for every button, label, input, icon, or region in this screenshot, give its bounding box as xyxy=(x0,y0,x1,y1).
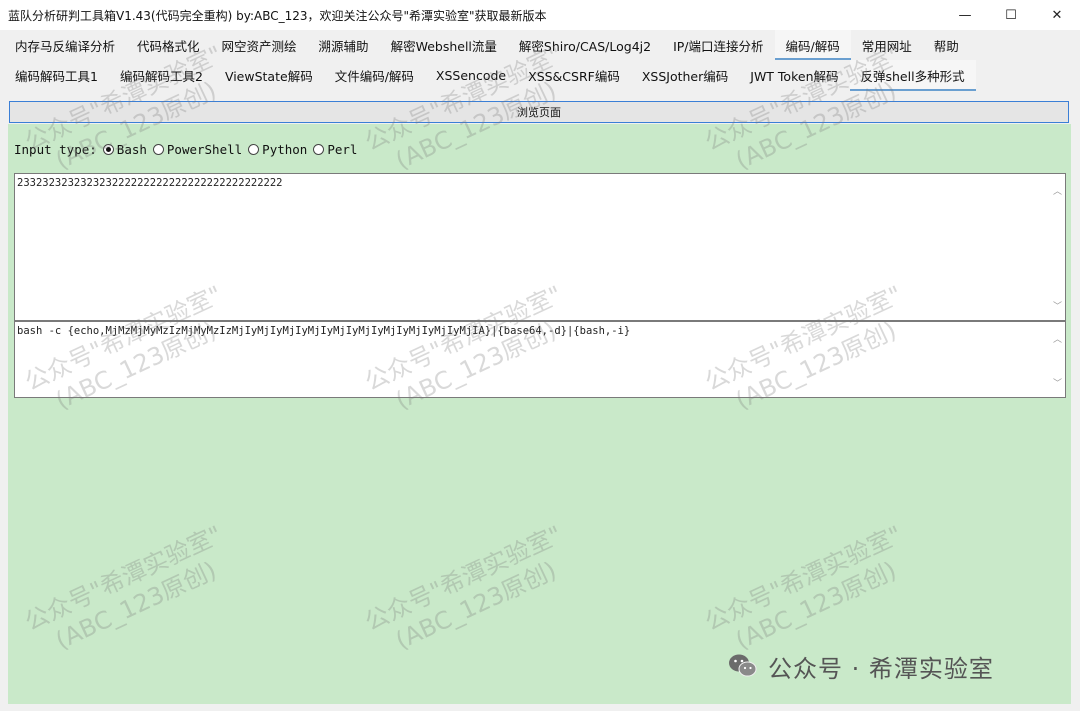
subtab-file-codec[interactable]: 文件编码/解码 xyxy=(324,60,425,91)
minimize-button[interactable]: — xyxy=(942,0,988,30)
tab-help[interactable]: 帮助 xyxy=(923,30,970,60)
tab-asset-mapping[interactable]: 网空资产测绘 xyxy=(211,30,308,60)
output-text: bash -c {echo,MjMzMjMyMzIzMjMyMzIzMjIyMj… xyxy=(17,325,631,337)
radio-perl-indicator xyxy=(313,143,325,155)
wechat-account-text: 公众号 · 希潭实验室 xyxy=(768,654,994,683)
main-tab-bar: 内存马反编译分析 代码格式化 网空资产测绘 溯源辅助 解密Webshell流量 … xyxy=(0,30,1080,60)
subtab-xssencode[interactable]: XSSencode xyxy=(425,60,517,91)
subtab-reverse-shell[interactable]: 反弹shell多种形式 xyxy=(849,60,976,91)
browse-page-button[interactable]: 浏览页面 xyxy=(9,101,1069,123)
scroll-down-icon[interactable]: ﹀ xyxy=(1053,299,1062,312)
radio-bash-indicator xyxy=(102,143,114,155)
subtab-xssjother[interactable]: XSSJother编码 xyxy=(631,60,739,91)
maximize-icon: ☐ xyxy=(1005,7,1017,23)
window-controls: — ☐ ✕ xyxy=(942,0,1080,30)
sub-tab-bar: 编码解码工具1 编码解码工具2 ViewState解码 文件编码/解码 XSSe… xyxy=(0,60,1080,91)
scroll-down-icon[interactable]: ﹀ xyxy=(1053,376,1062,389)
minimize-icon: — xyxy=(958,7,972,23)
tab-memshell-decompile[interactable]: 内存马反编译分析 xyxy=(4,30,126,60)
subtab-viewstate[interactable]: ViewState解码 xyxy=(214,60,324,91)
radio-perl[interactable]: Perl xyxy=(313,142,357,157)
window-title: 蓝队分析研判工具箱V1.43(代码完全重构) by:ABC_123，欢迎关注公众… xyxy=(8,8,547,23)
input-type-label: Input type: xyxy=(14,141,97,157)
input-textarea[interactable]: 2332323232323232222222222222222222222222… xyxy=(14,173,1066,321)
radio-powershell[interactable]: PowerShell xyxy=(152,142,242,157)
tab-shiro-cas-log4j2[interactable]: 解密Shiro/CAS/Log4j2 xyxy=(508,30,662,60)
radio-python-indicator xyxy=(248,143,260,155)
close-icon: ✕ xyxy=(1051,7,1063,23)
subtab-xss-csrf[interactable]: XSS&CSRF编码 xyxy=(517,60,631,91)
input-text: 2332323232323232222222222222222222222222… xyxy=(17,177,283,189)
subtab-jwt-token[interactable]: JWT Token解码 xyxy=(739,60,849,91)
scroll-up-icon[interactable]: ︿ xyxy=(1053,184,1062,197)
radio-python[interactable]: Python xyxy=(248,142,307,157)
tab-ip-port-analysis[interactable]: IP/端口连接分析 xyxy=(662,30,774,60)
subtab-codec-tool-1[interactable]: 编码解码工具1 xyxy=(4,60,109,91)
tab-webshell-decrypt[interactable]: 解密Webshell流量 xyxy=(380,30,508,60)
tab-common-urls[interactable]: 常用网址 xyxy=(851,30,923,60)
subtab-codec-tool-2[interactable]: 编码解码工具2 xyxy=(109,60,214,91)
radio-bash[interactable]: Bash xyxy=(102,142,147,157)
scroll-up-icon[interactable]: ︿ xyxy=(1053,332,1062,345)
maximize-button[interactable]: ☐ xyxy=(988,0,1034,30)
tab-encode-decode[interactable]: 编码/解码 xyxy=(774,30,851,60)
radio-powershell-indicator xyxy=(152,143,164,155)
title-bar: 蓝队分析研判工具箱V1.43(代码完全重构) by:ABC_123，欢迎关注公众… xyxy=(0,0,1080,30)
wechat-icon xyxy=(729,654,757,677)
close-button[interactable]: ✕ xyxy=(1034,0,1080,30)
input-type-group: Input type: Bash PowerShell Python Perl xyxy=(14,140,357,158)
output-textarea[interactable]: bash -c {echo,MjMzMjMyMzIzMjMyMzIzMjIyMj… xyxy=(14,321,1066,398)
tab-trace-assist[interactable]: 溯源辅助 xyxy=(308,30,380,60)
tab-code-format[interactable]: 代码格式化 xyxy=(126,30,211,60)
wechat-account-mark: 公众号 · 希潭实验室 xyxy=(728,648,994,684)
